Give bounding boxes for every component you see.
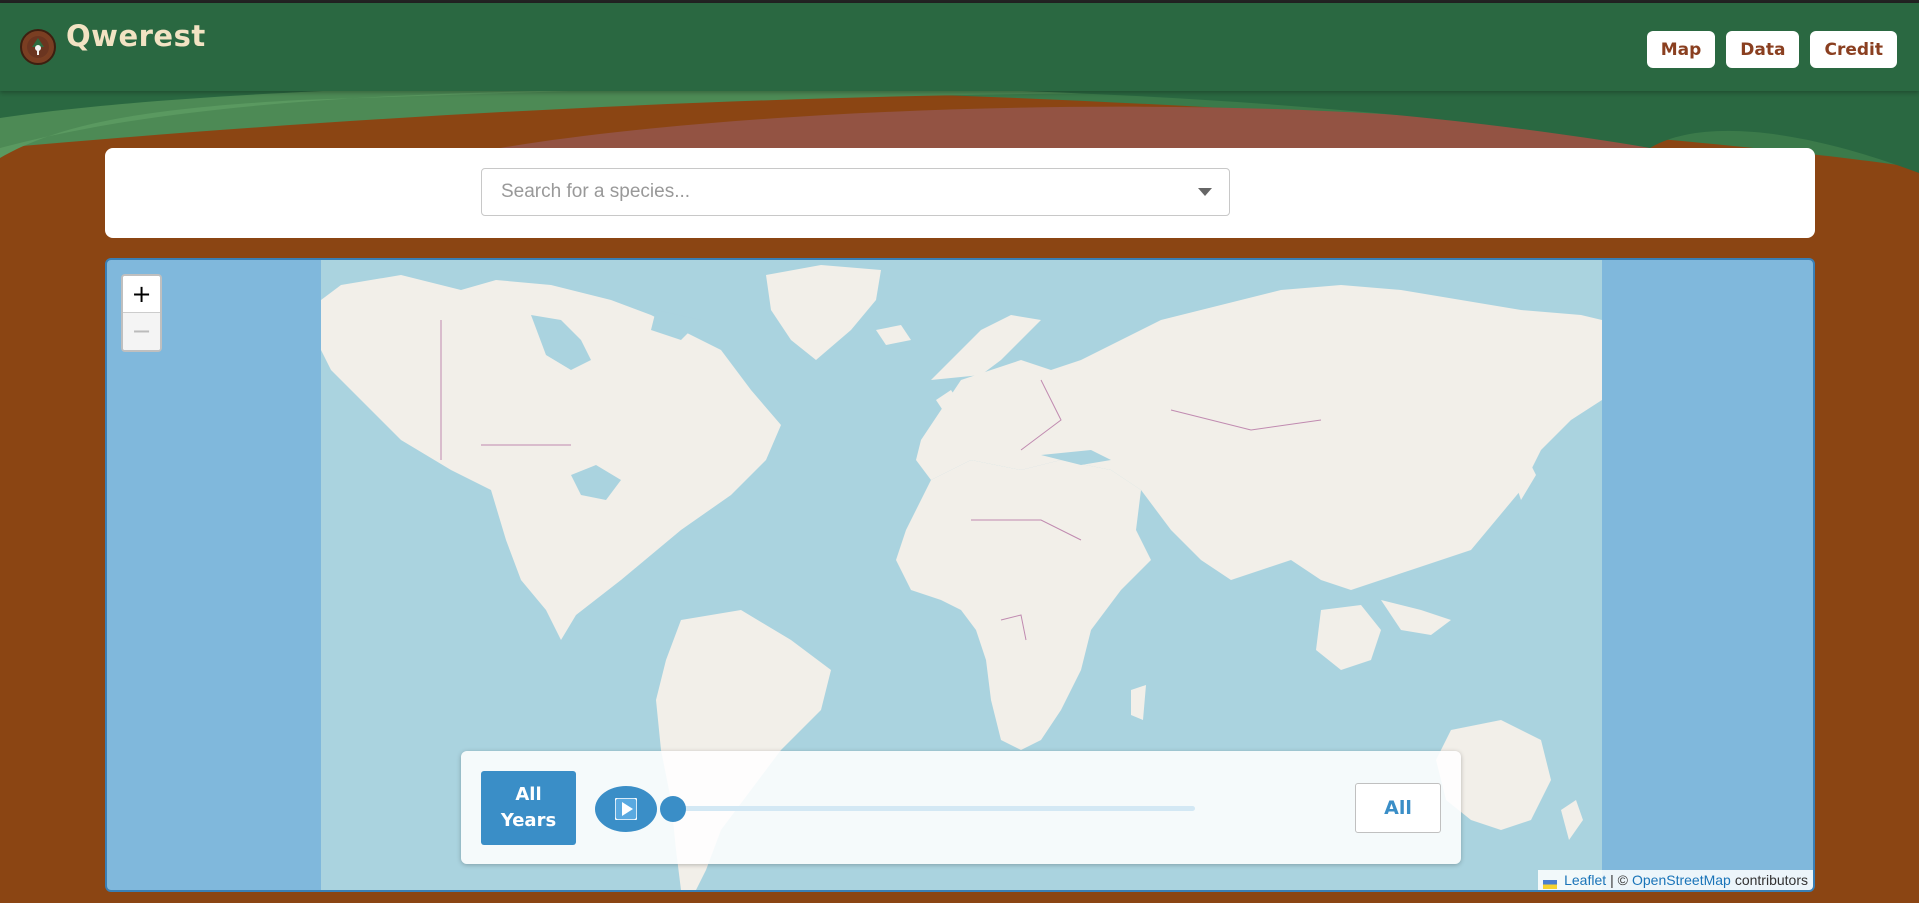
map-container[interactable]: + − All Years All Leaflet | © OpenStreet… xyxy=(105,258,1815,892)
attribution-separator: | © xyxy=(1610,872,1628,888)
leaflet-link[interactable]: Leaflet xyxy=(1564,872,1606,888)
all-years-button[interactable]: All Years xyxy=(481,771,576,845)
zoom-control: + − xyxy=(121,274,162,352)
zoom-in-button[interactable]: + xyxy=(123,276,160,313)
nav-data-button[interactable]: Data xyxy=(1726,31,1800,68)
current-year-button[interactable]: All xyxy=(1355,783,1441,833)
species-search-select[interactable] xyxy=(481,168,1230,216)
play-icon xyxy=(615,798,637,820)
nav-credit-button[interactable]: Credit xyxy=(1810,31,1897,68)
logo-icon[interactable] xyxy=(20,29,56,65)
attribution-suffix: contributors xyxy=(1734,872,1808,888)
main-nav: Map Data Credit xyxy=(1646,31,1897,68)
play-button[interactable] xyxy=(595,786,657,832)
brand-title[interactable]: Qwerest xyxy=(66,19,206,53)
openstreetmap-link[interactable]: OpenStreetMap xyxy=(1632,872,1731,888)
map-attribution: Leaflet | © OpenStreetMap contributors xyxy=(1538,870,1813,890)
zoom-out-button[interactable]: − xyxy=(123,313,160,350)
chevron-down-icon[interactable] xyxy=(1181,169,1229,215)
year-slider-thumb[interactable] xyxy=(660,796,686,822)
all-years-line2: Years xyxy=(500,810,557,831)
species-search-input[interactable] xyxy=(499,168,1181,216)
all-years-line1: All xyxy=(515,784,542,805)
search-card xyxy=(105,148,1815,238)
year-slider-track[interactable] xyxy=(673,806,1195,811)
timeline-control: All Years All xyxy=(461,751,1461,864)
nav-map-button[interactable]: Map xyxy=(1646,31,1716,68)
ukraine-flag-icon xyxy=(1543,876,1558,889)
app-header: Qwerest Map Data Credit xyxy=(0,3,1919,91)
